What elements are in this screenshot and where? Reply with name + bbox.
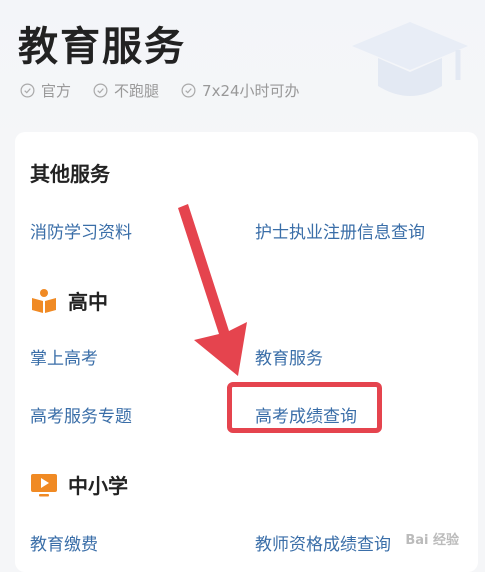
annotation-highlight-box xyxy=(227,382,382,433)
link-education-payment[interactable]: 教育缴费 xyxy=(30,530,98,555)
tag-no-errands: 不跑腿 xyxy=(93,80,159,101)
section-title-label: 中小学 xyxy=(68,474,128,498)
check-circle-icon xyxy=(20,83,35,98)
section-title-k12: 中小学 xyxy=(30,470,128,499)
tag-label: 不跑腿 xyxy=(114,82,160,100)
section-title-other: 其他服务 xyxy=(30,158,110,187)
section-title-label: 其他服务 xyxy=(30,162,110,186)
watermark: Bai 经验 xyxy=(405,533,459,548)
link-gaokao-mobile[interactable]: 掌上高考 xyxy=(30,344,98,369)
section-title-label: 高中 xyxy=(68,290,108,314)
page-title: 教育服务 xyxy=(18,24,186,70)
link-gaokao-topic[interactable]: 高考服务专题 xyxy=(30,402,132,427)
link-fire-safety-materials[interactable]: 消防学习资料 xyxy=(30,218,132,243)
services-card: 其他服务 消防学习资料 护士执业注册信息查询 高中 掌上高考 教育服务 高考服务… xyxy=(15,132,478,572)
tag-label: 官方 xyxy=(41,82,72,100)
graduation-cap-icon xyxy=(352,22,468,96)
check-circle-icon xyxy=(93,83,108,98)
link-education-services[interactable]: 教育服务 xyxy=(255,344,323,369)
tag-label: 7x24小时可办 xyxy=(202,82,300,100)
section-title-high-school: 高中 xyxy=(30,286,108,315)
open-book-icon xyxy=(32,288,56,313)
tag-official: 官方 xyxy=(20,80,71,101)
tag-24-7: 7x24小时可办 xyxy=(181,80,300,101)
check-circle-icon xyxy=(181,83,196,98)
link-nurse-registration-query[interactable]: 护士执业注册信息查询 xyxy=(255,218,425,243)
video-play-icon xyxy=(31,473,57,496)
service-tags: 官方 不跑腿 7x24小时可办 xyxy=(20,80,300,101)
link-teacher-cert-score-query[interactable]: 教师资格成绩查询 xyxy=(255,530,391,555)
